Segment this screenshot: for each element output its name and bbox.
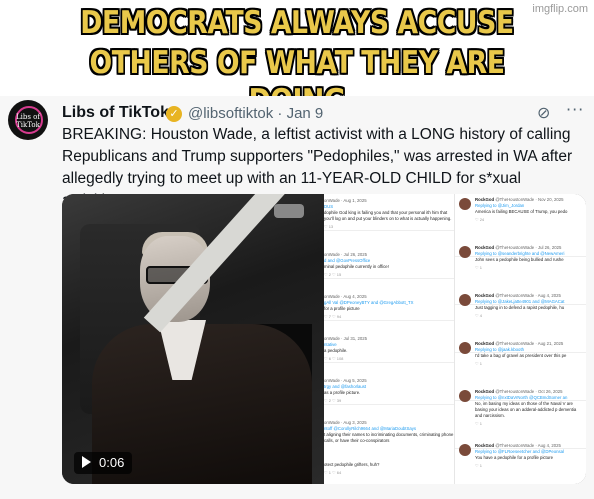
post-header: @TheHoustonWade · Aug 4, 2025 bbox=[495, 443, 561, 448]
post-header: @TheHoustonWade · Oct 26, 2025 bbox=[495, 389, 563, 394]
post-text: dophile God king is failing you and that… bbox=[324, 210, 452, 221]
post-text: for a profile picture bbox=[324, 306, 360, 311]
handle-and-date[interactable]: @libsoftiktok · Jan 9 bbox=[188, 105, 323, 122]
list-item: onWade · Aug 4, 2025 gAll Val @DPeoneyBT… bbox=[324, 294, 454, 321]
post-text: I'd take a bag of gravel as president ov… bbox=[475, 353, 567, 358]
post-content: RockGod @TheHoustonWade · Aug 4, 2025 Re… bbox=[475, 293, 583, 319]
avatar bbox=[459, 294, 471, 306]
avatar bbox=[459, 390, 471, 402]
post-author: RockGod bbox=[475, 197, 495, 202]
list-item: onWade · Aug 1, 2025 DUS dophile God kin… bbox=[324, 198, 454, 231]
post-header: @TheHoustonWade · Nov 20, 2025 bbox=[495, 197, 564, 202]
meme-caption-line-1: DEMOCRATS ALWAYS ACCUSE bbox=[80, 5, 514, 41]
post-content: RockGod @TheHoustonWade · Aug 4, 2025 Re… bbox=[475, 443, 583, 469]
post-author: RockGod bbox=[475, 443, 495, 448]
post-content: RockGod @TheHoustonWade · Aug 21, 2025 R… bbox=[475, 341, 583, 367]
post-actions: ♡ 24 bbox=[475, 217, 485, 222]
post-actions: ♡ 1 bbox=[475, 463, 482, 468]
post-actions: ♡ 4 bbox=[475, 313, 482, 318]
avatar[interactable]: Libs of TikTok bbox=[8, 100, 48, 140]
avatar bbox=[459, 246, 471, 258]
list-item: otect pedophile grifters, huh? ♡ 1 ♡ 64 bbox=[324, 462, 454, 476]
post-text: as a profile picture. bbox=[324, 390, 361, 395]
post-actions: ♡ 2 ♡ 15 bbox=[324, 272, 342, 277]
cab-light bbox=[274, 204, 304, 218]
posts-column-left: onWade · Aug 1, 2025 DUS dophile God kin… bbox=[324, 194, 455, 484]
post-content: RockGod @TheHoustonWade · Oct 26, 2025 R… bbox=[475, 389, 583, 427]
play-icon bbox=[82, 456, 91, 468]
avatar bbox=[459, 444, 471, 456]
list-item: onWade · Aug 5, 2025 trgy and @fashorlau… bbox=[324, 378, 454, 405]
list-item: onWade · Jul 26, 2025 d and @GovPressOff… bbox=[324, 252, 454, 279]
post-actions: ♡ 7 ♡ 94 bbox=[324, 314, 342, 319]
post-author: RockGod bbox=[475, 245, 495, 250]
post-text: Just tagging in to defend a rapist pedop… bbox=[475, 305, 565, 310]
post-actions: ♡ 1 ♡ 64 bbox=[324, 470, 342, 475]
post-content: RockGod @TheHoustonWade · Nov 20, 2025 R… bbox=[475, 197, 583, 223]
post-actions: ♡ 2 ♡ 39 bbox=[324, 398, 342, 403]
post-actions: ♡ 6 ♡ 108 bbox=[324, 356, 344, 361]
posts-column-right: RockGod @TheHoustonWade · Nov 20, 2025 R… bbox=[455, 194, 586, 484]
video-frame[interactable]: 0:06 bbox=[62, 194, 324, 484]
post-text: John sees a pedophile being bullied and … bbox=[475, 257, 564, 262]
post-actions: ♡ 1 bbox=[475, 361, 482, 366]
avatar bbox=[459, 342, 471, 354]
post-text: a pedophile. bbox=[324, 348, 348, 353]
post-content: RockGod @TheHoustonWade · Jul 26, 2025 R… bbox=[475, 245, 583, 271]
list-item: onWade · Jul 31, 2025 ntative a pedophil… bbox=[324, 336, 454, 363]
verified-badge-icon: ✓ bbox=[166, 106, 182, 122]
grok-icon[interactable]: ⊘ bbox=[537, 103, 550, 122]
post-header: @TheHoustonWade · Aug 4, 2025 bbox=[495, 293, 561, 298]
tweet-media[interactable]: 0:06 onWade · Aug 1, 2025 DUS dophile Go… bbox=[62, 194, 586, 484]
video-duration: 0:06 bbox=[99, 455, 125, 470]
post-author: RockGod bbox=[475, 293, 495, 298]
avatar-logo-text: Libs of TikTok bbox=[16, 113, 40, 129]
avatar bbox=[459, 198, 471, 210]
watermark: imgflip.com bbox=[532, 3, 588, 15]
post-text: No, im basing my ideas on those of the N… bbox=[475, 401, 577, 418]
post-text: minal pedophile currently in office! bbox=[324, 264, 389, 269]
list-item: RockGod @TheHoustonWade · Aug 4, 2025 Re… bbox=[455, 440, 586, 484]
post-header: @TheHoustonWade · Aug 21, 2025 bbox=[495, 341, 564, 346]
post-text: America is failing BECAUSE of Trump, you… bbox=[475, 209, 568, 214]
screenshot-posts: onWade · Aug 1, 2025 DUS dophile God kin… bbox=[324, 194, 586, 484]
more-options-icon[interactable]: ··· bbox=[566, 100, 584, 119]
list-item: onWade · Aug 3, 2025 ntoff @CorollyRilch… bbox=[324, 420, 454, 444]
display-name[interactable]: Libs of TikTok bbox=[62, 104, 169, 122]
post-text: You have a pedophile for a profile pictu… bbox=[475, 455, 553, 460]
post-header: @TheHoustonWade · Jul 26, 2025 bbox=[495, 245, 562, 250]
post-text: t aligning their names to incriminating … bbox=[324, 432, 454, 443]
video-play-button[interactable]: 0:06 bbox=[74, 452, 133, 474]
post-author: RockGod bbox=[475, 341, 495, 346]
post-text: otect pedophile grifters, huh? bbox=[324, 462, 380, 467]
post-actions: ♡ 13 bbox=[324, 224, 334, 229]
post-author: RockGod bbox=[475, 389, 495, 394]
post-actions: ♡ 1 bbox=[475, 265, 482, 270]
post-actions: ♡ 1 bbox=[475, 421, 482, 426]
meme-caption-area: DEMOCRATS ALWAYS ACCUSE OTHERS OF WHAT T… bbox=[0, 0, 594, 119]
